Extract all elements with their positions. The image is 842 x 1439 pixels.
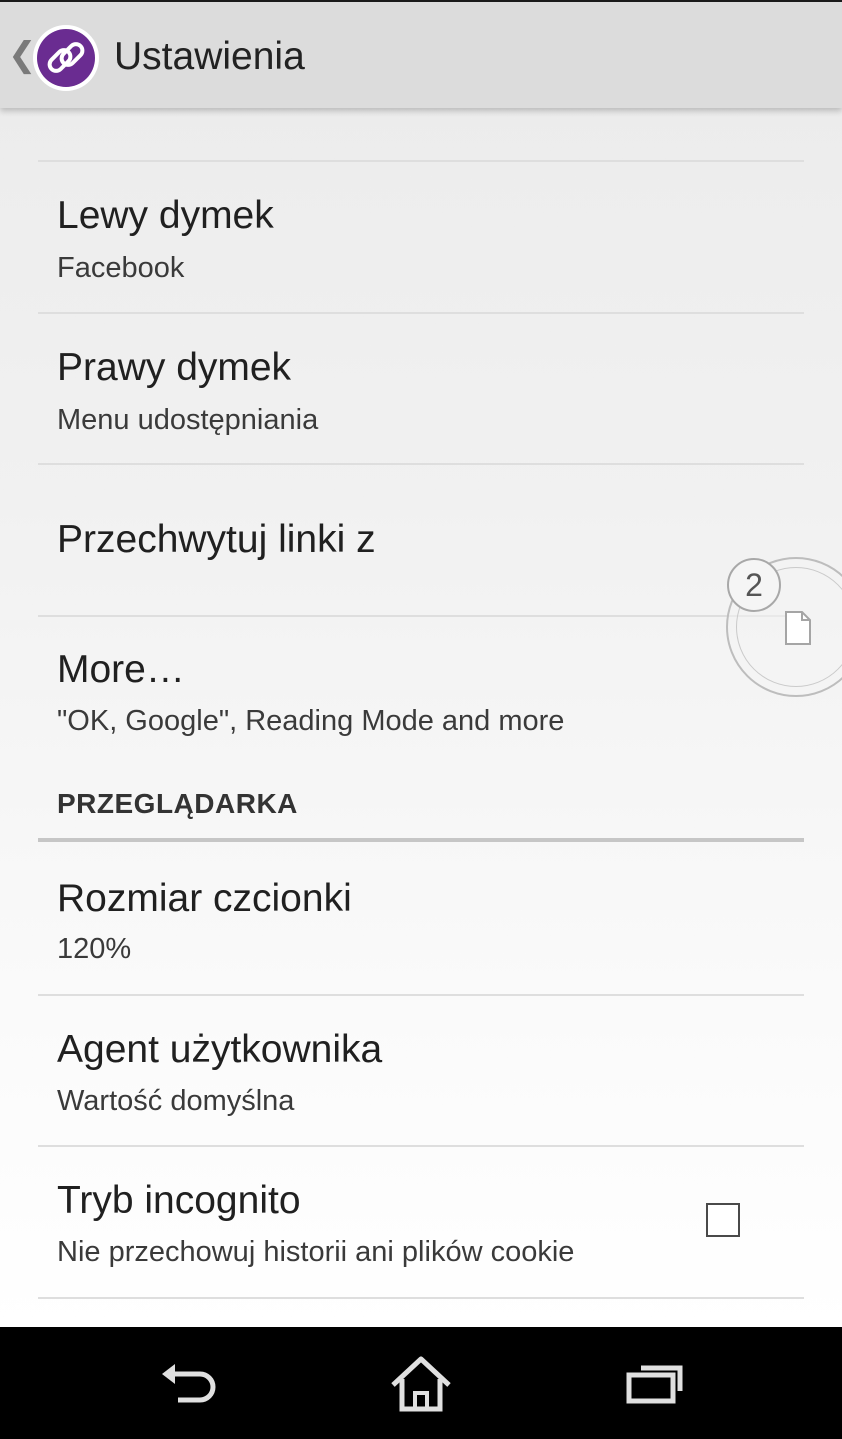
setting-more[interactable]: More… "OK, Google", Reading Mode and mor… <box>0 617 842 777</box>
setting-summary: Menu udostępniania <box>57 404 319 436</box>
link-icon[interactable] <box>32 24 100 92</box>
setting-title: More… <box>57 648 185 691</box>
setting-summary: Nie przechowuj historii ani plików cooki… <box>57 1236 575 1268</box>
setting-summary: 120% <box>57 933 132 965</box>
recent-apps-icon[interactable] <box>614 1349 694 1419</box>
setting-title: Rozmiar czcionki <box>57 877 352 920</box>
settings-list: Lewy dymek Facebook Prawy dymek Menu udo… <box>0 108 842 1327</box>
section-header-browser: PRZEGLĄDARKA <box>57 788 298 819</box>
bubble-count-badge: 2 <box>727 558 781 612</box>
incognito-checkbox[interactable] <box>706 1203 740 1237</box>
setting-user-agent[interactable]: Agent użytkownika Wartość domyślna <box>0 996 842 1145</box>
setting-title: Prawy dymek <box>57 346 292 389</box>
system-nav-bar <box>0 1327 842 1439</box>
action-bar: ❮ Ustawienia <box>0 0 842 108</box>
setting-title: Przechwytuj linki z <box>57 518 376 561</box>
back-icon[interactable] <box>148 1349 228 1419</box>
setting-summary: Wartość domyślna <box>57 1085 295 1117</box>
setting-title: Lewy dymek <box>57 194 274 237</box>
setting-summary: "OK, Google", Reading Mode and more <box>57 705 565 737</box>
page-title: Ustawienia <box>114 35 305 78</box>
document-icon <box>785 611 811 645</box>
setting-title: Tryb incognito <box>57 1179 301 1222</box>
setting-summary: Facebook <box>57 252 185 284</box>
setting-right-bubble[interactable]: Prawy dymek Menu udostępniania <box>0 314 842 463</box>
setting-intercept-links[interactable]: Przechwytuj linki z <box>0 465 842 615</box>
home-icon[interactable] <box>381 1349 461 1419</box>
setting-title: Agent użytkownika <box>57 1028 383 1071</box>
setting-font-size[interactable]: Rozmiar czcionki 120% <box>0 842 842 994</box>
divider <box>38 1297 804 1299</box>
setting-left-bubble[interactable]: Lewy dymek Facebook <box>0 162 842 312</box>
